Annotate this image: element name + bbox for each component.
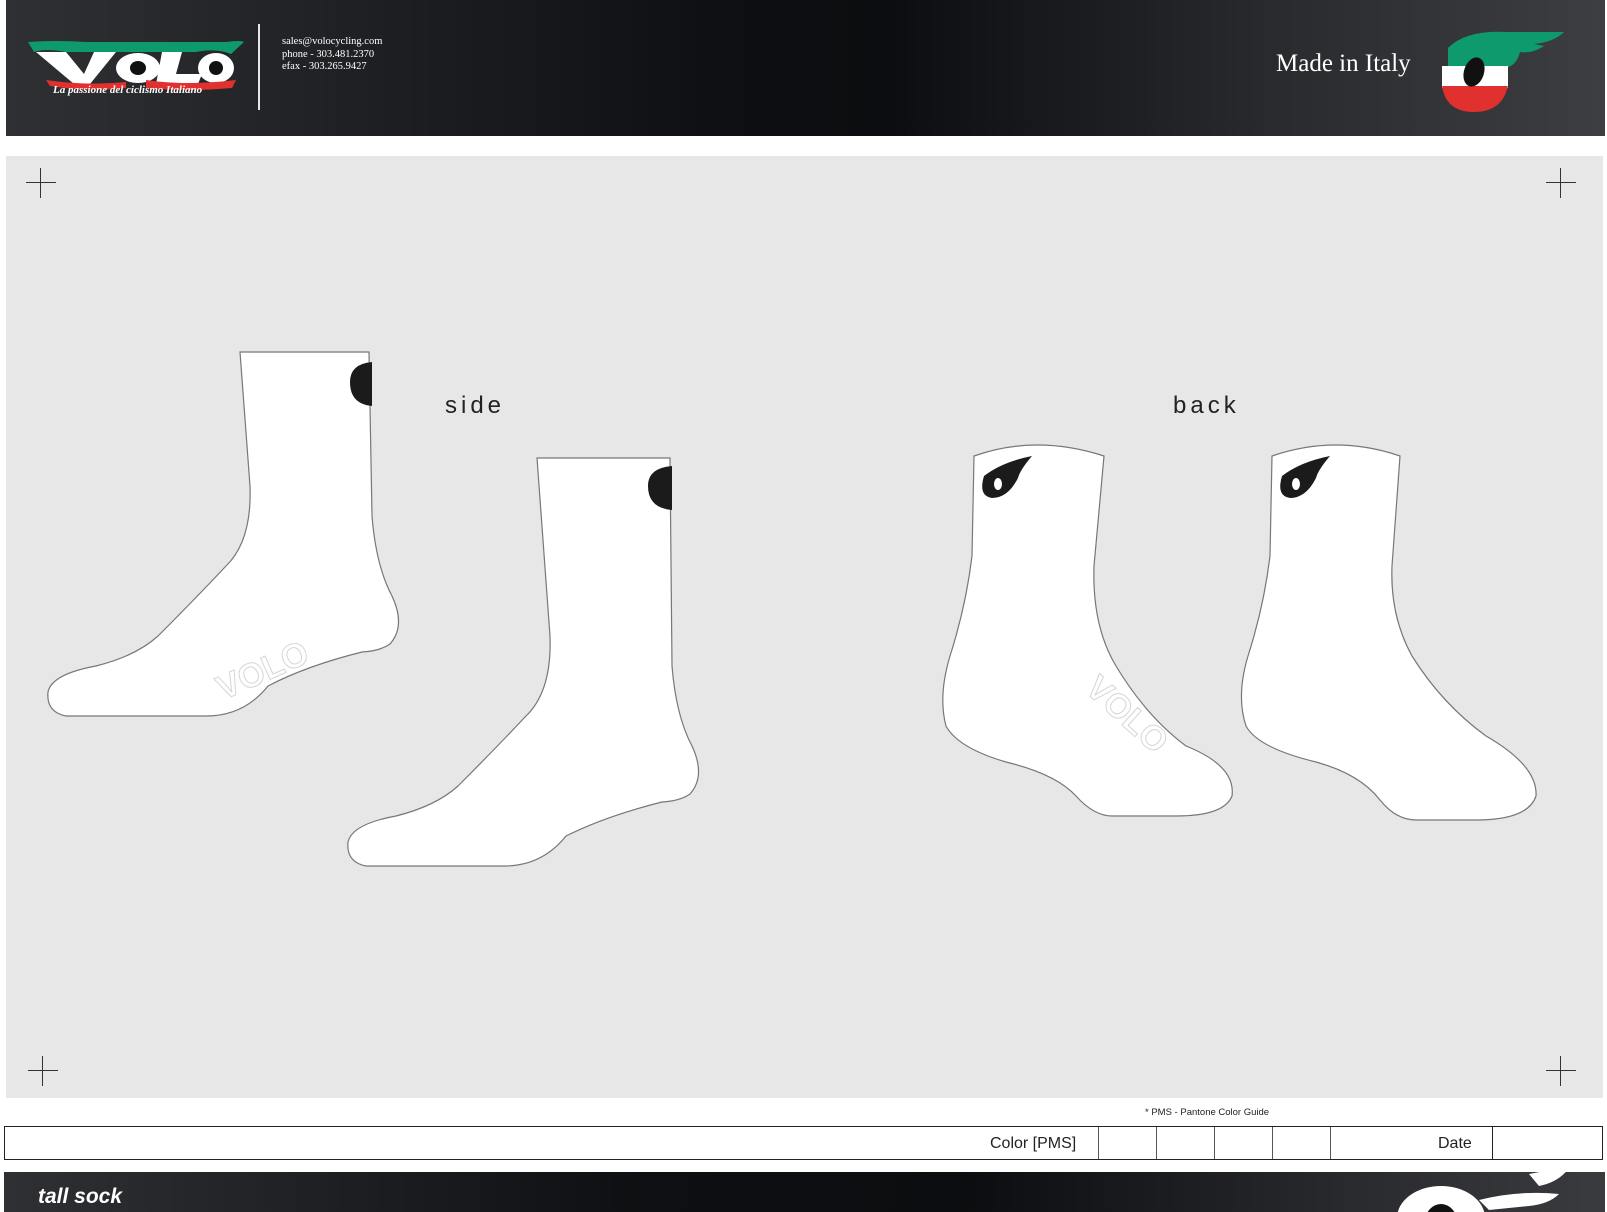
back-sock-left: VOLO — [942, 444, 1233, 817]
product-name: tall sock — [38, 1185, 123, 1208]
color-date-bar: Color [PMS] Date — [4, 1126, 1603, 1160]
color-swatch-2[interactable] — [1156, 1127, 1214, 1159]
contact-email[interactable]: sales@volocycling.com — [282, 36, 382, 49]
color-swatch-3[interactable] — [1214, 1127, 1272, 1159]
made-in-italy-text: Made in Italy — [1276, 50, 1411, 77]
side-sock-right — [347, 457, 700, 867]
color-pms-label: Color [PMS] — [990, 1135, 1077, 1152]
color-swatch-4[interactable] — [1272, 1127, 1330, 1159]
sock-illustrations: VOLO VOLO — [47, 351, 1537, 867]
side-sock-left: VOLO — [47, 351, 400, 717]
color-swatch-end — [1330, 1127, 1331, 1159]
pms-note: * PMS - Pantone Color Guide — [1145, 1107, 1270, 1118]
contact-efax: efax - 303.265.9427 — [282, 61, 367, 72]
footer-winged-o-icon — [1397, 1172, 1566, 1212]
header-divider — [258, 24, 260, 110]
contact-info: sales@volocycling.com phone - 303.481.23… — [282, 36, 382, 74]
header-bar: La passione del ciclismo Italiano sales@… — [6, 0, 1605, 136]
date-label: Date — [1438, 1135, 1472, 1152]
winged-o-logo-icon — [1442, 31, 1564, 112]
brand-tagline: La passione del ciclismo Italiano — [53, 84, 203, 96]
date-field[interactable] — [1492, 1127, 1602, 1159]
footer-bar: tall sock — [4, 1172, 1605, 1212]
design-artboard: side back VOLO VOLO — [6, 156, 1603, 1098]
color-swatch-1[interactable] — [1098, 1127, 1156, 1159]
back-sock-right — [1240, 444, 1537, 821]
contact-phone: phone - 303.481.2370 — [282, 48, 375, 60]
